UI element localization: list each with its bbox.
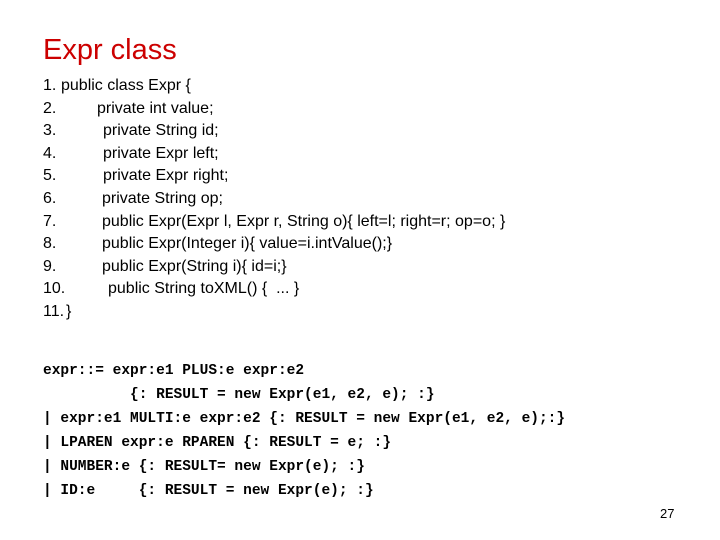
grammar-line: | LPAREN expr:e RPAREN {: RESULT = e; :} (43, 435, 392, 451)
line-number: 10. (43, 280, 66, 298)
java-code-listing: 1. public class Expr { 2. private int va… (43, 75, 505, 324)
code-line: 1. public class Expr { (43, 75, 191, 98)
code-line: 4. private Expr left; (43, 143, 219, 166)
page-number: 27 (660, 506, 675, 521)
code-line: 9. public Expr(String i){ id=i;} (43, 256, 287, 279)
code-line: 5. private Expr right; (43, 165, 228, 188)
grammar-line: | expr:e1 MULTI:e expr:e2 {: RESULT = ne… (43, 411, 566, 427)
code-line: 10. public String toXML() { ... } (43, 278, 299, 301)
code-text: private Expr right; (103, 167, 229, 185)
line-number: 6. (43, 189, 57, 207)
code-line: 6. private String op; (43, 188, 223, 211)
line-number: 4. (43, 144, 57, 162)
line-number: 3. (43, 122, 57, 140)
code-text: private String id; (103, 122, 219, 140)
code-line: 7. public Expr(Expr l, Expr r, String o)… (43, 211, 505, 234)
line-number: 9. (43, 257, 57, 275)
code-line: 2. private int value; (43, 98, 214, 121)
code-text: public String toXML() { ... } (108, 280, 300, 298)
line-number: 1. (43, 77, 57, 94)
code-text: public class Expr { (61, 77, 191, 94)
line-number: 5. (43, 167, 57, 185)
code-line: 8. public Expr(Integer i){ value=i.intVa… (43, 233, 392, 256)
grammar-line: | NUMBER:e {: RESULT= new Expr(e); :} (43, 459, 365, 475)
code-text: public Expr(String i){ id=i;} (102, 257, 287, 275)
grammar-line: {: RESULT = new Expr(e1, e2, e); :} (43, 387, 435, 403)
cup-grammar-listing: expr::= expr:e1 PLUS:e expr:e2 {: RESULT… (43, 359, 565, 503)
line-number: 7. (43, 212, 57, 230)
grammar-line: | ID:e {: RESULT = new Expr(e); :} (43, 483, 374, 499)
code-text: public Expr(Integer i){ value=i.intValue… (102, 235, 393, 253)
code-text: private String op; (102, 189, 223, 207)
code-text: private Expr left; (103, 144, 219, 162)
line-number: 2. (43, 99, 57, 117)
code-text: private int value; (97, 99, 214, 117)
grammar-line: expr::= expr:e1 PLUS:e expr:e2 (43, 363, 305, 379)
code-text: } (66, 302, 72, 320)
line-number: 8. (43, 235, 57, 253)
slide-title: Expr class (43, 34, 177, 66)
code-line: 3. private String id; (43, 120, 219, 143)
line-number: 11. (43, 302, 65, 320)
code-line: 11. } (43, 301, 71, 324)
code-text: public Expr(Expr l, Expr r, String o){ l… (102, 212, 506, 230)
